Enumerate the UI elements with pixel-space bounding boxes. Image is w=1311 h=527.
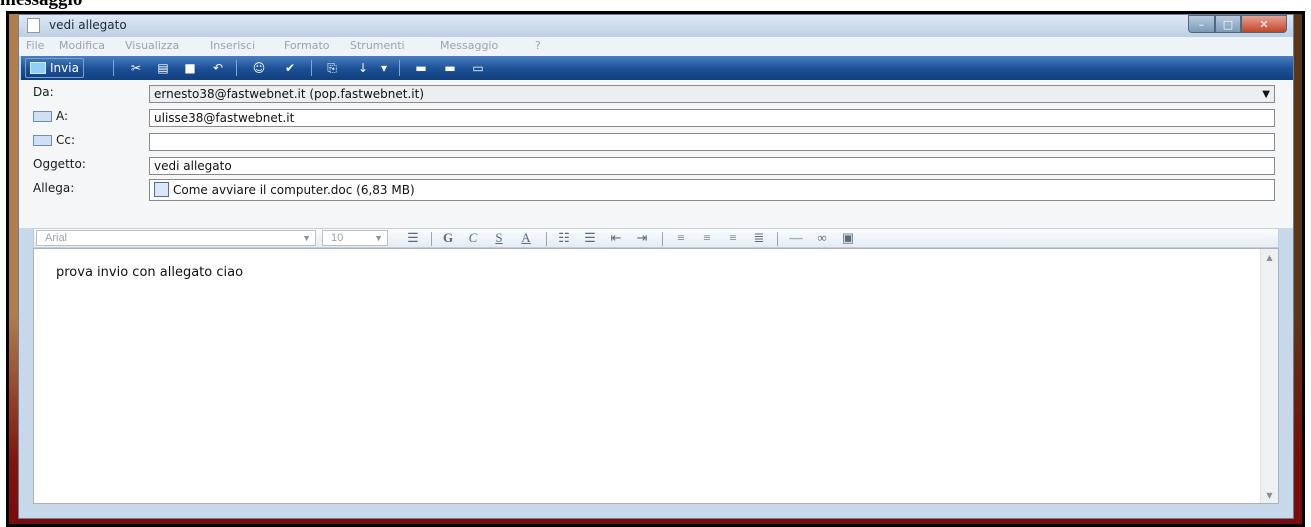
spell-check-icon[interactable]: ✔	[277, 60, 303, 76]
from-select[interactable]: ernesto38@fastwebnet.it (pop.fastwebnet.…	[149, 85, 1275, 103]
subject-label: Oggetto:	[33, 157, 86, 171]
paragraph-style-icon[interactable]: ☰	[402, 230, 424, 246]
offline-icon[interactable]: ▭	[467, 60, 489, 76]
send-icon	[30, 62, 46, 74]
attachment-field[interactable]: Come avviare il computer.doc (6,83 MB)	[149, 179, 1275, 201]
font-value: Arial	[45, 232, 68, 244]
header-fields: Da: ernesto38@fastwebnet.it (pop.fastweb…	[19, 80, 1293, 228]
undo-icon[interactable]: ↶	[206, 60, 230, 76]
menu-inserisci[interactable]: Inserisci	[210, 39, 255, 52]
menu-visualizza[interactable]: Visualizza	[125, 39, 179, 52]
menu-messaggio[interactable]: Messaggio	[440, 39, 498, 52]
status-bar	[19, 504, 1293, 518]
chevron-down-icon: ▼	[302, 233, 311, 243]
message-body-editor[interactable]: prova invio con allegato ciao ▲ ▼	[33, 248, 1279, 504]
priority-dropdown-icon[interactable]: ▾	[377, 60, 391, 76]
menu-strumenti[interactable]: Strumenti	[350, 39, 405, 52]
menu-bar: File Modifica Visualizza Inserisci Forma…	[19, 37, 1293, 56]
window-title: vedi allegato	[49, 18, 127, 32]
window-controls: – □ ✕	[1188, 15, 1287, 33]
close-icon: ✕	[1259, 17, 1269, 31]
format-separator	[777, 232, 778, 246]
word-document-icon	[154, 182, 169, 197]
font-select[interactable]: Arial ▼	[36, 230, 316, 246]
horizontal-line-icon[interactable]: —	[785, 230, 807, 246]
maximize-button[interactable]: □	[1215, 15, 1241, 33]
hyperlink-icon[interactable]: ∞	[811, 230, 833, 246]
to-field[interactable]: ulisse38@fastwebnet.it	[149, 109, 1275, 127]
menu-file[interactable]: File	[26, 39, 44, 52]
attachment-name[interactable]: Come avviare il computer.doc (6,83 MB)	[173, 183, 415, 197]
increase-indent-icon[interactable]: ⇥	[632, 230, 652, 246]
attach-icon[interactable]: ⎘	[321, 60, 343, 76]
cc-label: Cc:	[56, 133, 76, 147]
format-separator	[546, 232, 547, 246]
toolbar: Invia ✂ ▤ ■ ↶ ☺ ✔ ⎘ ↓ ▾ ▬ ▬ ▭	[21, 56, 1293, 80]
justify-icon[interactable]: ≣	[748, 230, 770, 246]
chevron-down-icon[interactable]: ▼	[1262, 87, 1270, 102]
menu-help[interactable]: ?	[535, 39, 541, 52]
compose-window: vedi allegato – □ ✕ File Modifica Visual…	[18, 14, 1294, 519]
toolbar-separator	[236, 60, 237, 76]
toolbar-separator	[113, 60, 114, 76]
sign-icon[interactable]: ▬	[410, 60, 432, 76]
format-separator	[431, 232, 432, 246]
scroll-up-icon[interactable]: ▲	[1261, 249, 1278, 265]
minimize-icon: –	[1198, 17, 1205, 31]
insert-image-icon[interactable]: ▣	[837, 230, 859, 246]
to-label: A:	[56, 109, 69, 123]
align-center-icon[interactable]: ≡	[696, 230, 718, 246]
title-bar[interactable]: vedi allegato – □ ✕	[19, 15, 1293, 37]
send-label: Invia	[50, 61, 79, 75]
from-value: ernesto38@fastwebnet.it (pop.fastwebnet.…	[154, 87, 425, 101]
minimize-button[interactable]: –	[1188, 15, 1215, 33]
paste-icon[interactable]: ■	[179, 60, 201, 76]
menu-formato[interactable]: Formato	[284, 39, 330, 52]
font-color-icon[interactable]: A	[516, 230, 536, 246]
align-left-icon[interactable]: ≡	[670, 230, 692, 246]
align-right-icon[interactable]: ≡	[722, 230, 744, 246]
attach-label: Allega:	[33, 181, 75, 195]
scroll-down-icon[interactable]: ▼	[1261, 487, 1278, 503]
format-separator	[662, 232, 663, 246]
document-caption: messaggio	[0, 0, 82, 9]
send-button[interactable]: Invia	[25, 58, 84, 78]
bold-icon[interactable]: G	[439, 230, 457, 246]
to-button[interactable]: A:	[33, 109, 68, 123]
font-size-select[interactable]: 10 ▼	[322, 230, 388, 246]
cc-button[interactable]: Cc:	[33, 133, 75, 147]
copy-icon[interactable]: ▤	[152, 60, 174, 76]
subject-field[interactable]: vedi allegato	[149, 157, 1275, 175]
maximize-icon: □	[1222, 17, 1234, 31]
italic-icon[interactable]: C	[464, 230, 482, 246]
close-button[interactable]: ✕	[1241, 15, 1287, 33]
address-book-icon[interactable]: ☺	[247, 60, 271, 76]
underline-icon[interactable]: S	[490, 230, 508, 246]
cc-field[interactable]	[149, 133, 1275, 151]
document-icon	[27, 18, 40, 33]
priority-icon[interactable]: ↓	[351, 60, 375, 76]
bullet-list-icon[interactable]: ☰	[580, 230, 600, 246]
font-size-value: 10	[331, 232, 344, 244]
decrease-indent-icon[interactable]: ⇤	[606, 230, 626, 246]
toolbar-separator	[399, 60, 400, 76]
from-label: Da:	[33, 85, 54, 99]
vertical-scrollbar[interactable]: ▲ ▼	[1260, 249, 1278, 503]
chevron-down-icon: ▼	[374, 233, 383, 243]
message-body-text: prova invio con allegato ciao	[56, 265, 244, 280]
contact-card-icon	[33, 134, 52, 146]
toolbar-separator	[311, 60, 312, 76]
encrypt-icon[interactable]: ▬	[439, 60, 461, 76]
menu-modifica[interactable]: Modifica	[59, 39, 105, 52]
format-toolbar: Arial ▼ 10 ▼ ☰ G C S A ☷ ☰ ⇤ ⇥ ≡ ≡ ≡ ≣ —…	[33, 228, 1279, 248]
cut-icon[interactable]: ✂	[125, 60, 147, 76]
contact-card-icon	[33, 110, 52, 122]
numbered-list-icon[interactable]: ☷	[554, 230, 574, 246]
